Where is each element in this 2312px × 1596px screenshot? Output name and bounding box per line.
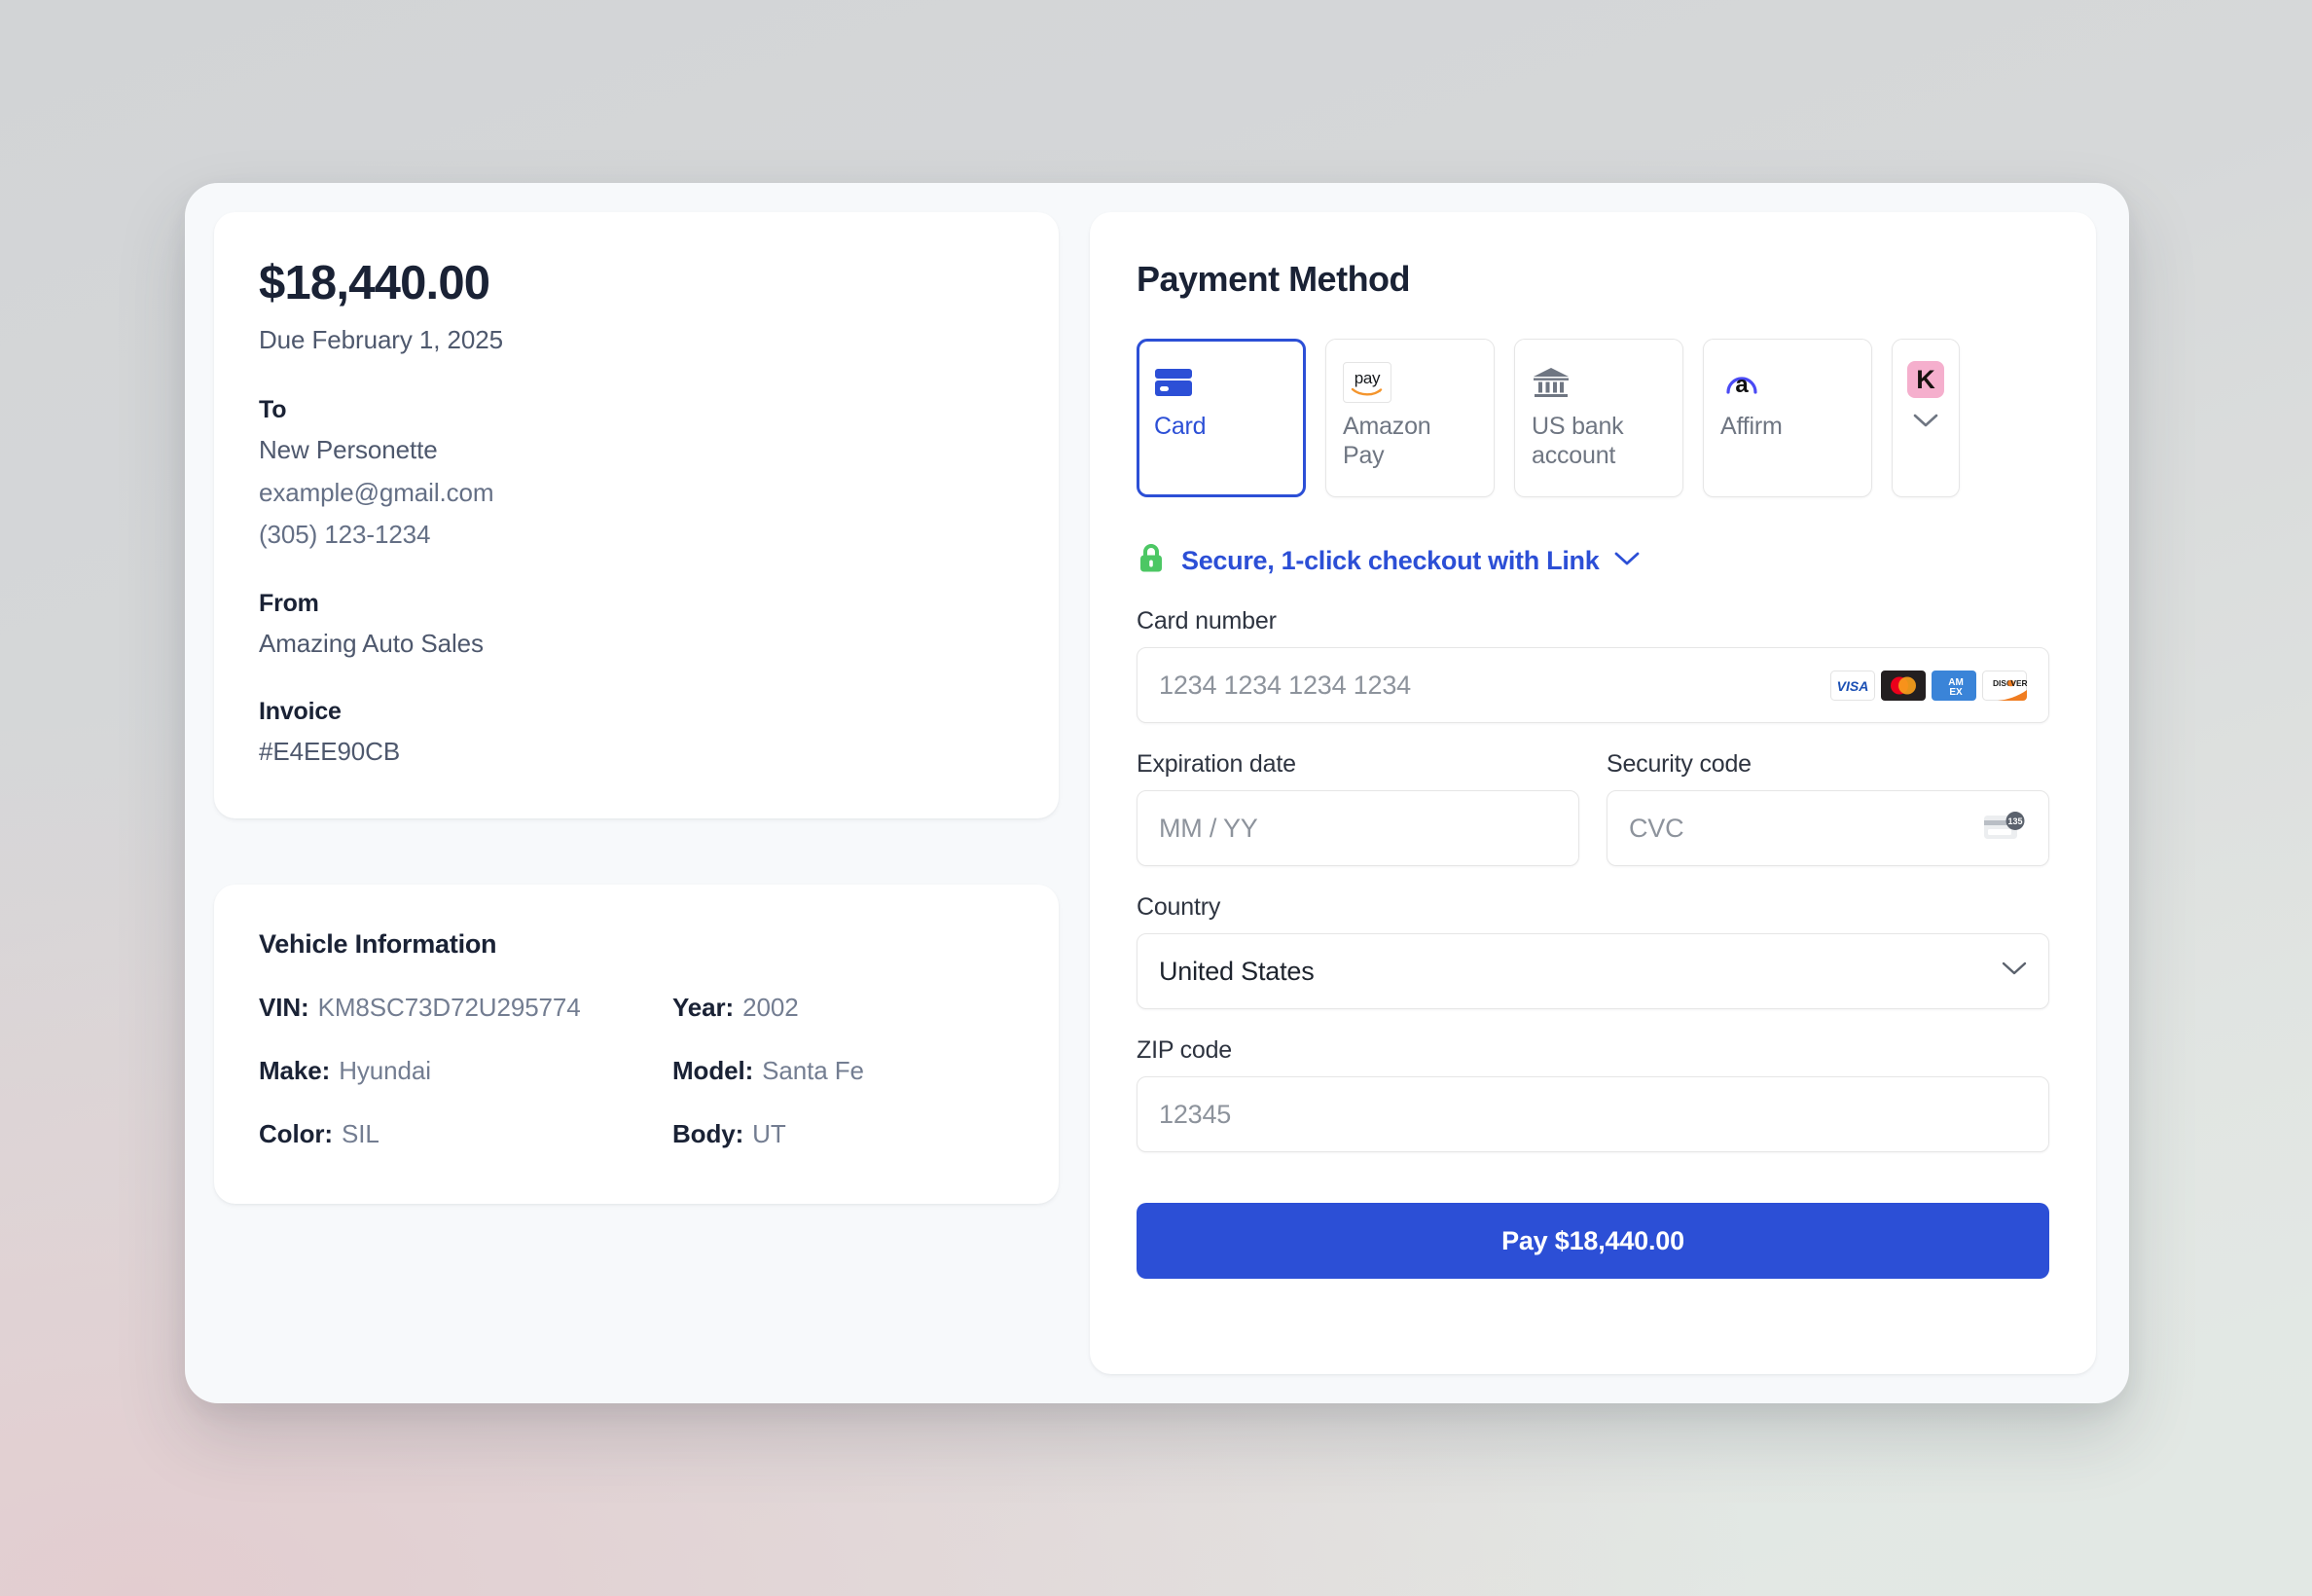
vehicle-field-color: Color: SIL xyxy=(259,1119,672,1149)
pay-button[interactable]: Pay $18,440.00 xyxy=(1137,1203,2049,1279)
mastercard-icon xyxy=(1881,670,1926,701)
klarna-icon: K xyxy=(1907,361,1944,398)
svg-text:135: 135 xyxy=(2007,816,2022,826)
from-label: From xyxy=(259,589,319,617)
expiration-input[interactable]: MM / YY xyxy=(1137,790,1579,866)
card-number-label: Card number xyxy=(1137,607,1277,635)
tab-us-bank-account[interactable]: US bank account xyxy=(1514,339,1683,497)
sender-name: Amazing Auto Sales xyxy=(259,628,484,658)
vehicle-field-value: Hyundai xyxy=(339,1055,431,1085)
zip-code-group: ZIP code 12345 xyxy=(1137,1036,2049,1152)
country-group: Country United States xyxy=(1137,893,2049,1009)
amazon-pay-wordmark: pay xyxy=(1354,368,1381,387)
invoice-number-block: Invoice #E4EE90CB xyxy=(259,698,1014,768)
vehicle-field-value: KM8SC73D72U295774 xyxy=(317,992,581,1022)
green-lock-icon xyxy=(1137,542,1166,580)
tab-card[interactable]: Card xyxy=(1137,339,1306,497)
security-code-input[interactable]: CVC 135 xyxy=(1607,790,2049,866)
payment-method-tabs: Card pay Amazon Pay US bank account a Af… xyxy=(1137,339,2049,497)
tab-affirm[interactable]: a Affirm xyxy=(1703,339,1872,497)
invoice-number: #E4EE90CB xyxy=(259,737,401,767)
invoice-label: Invoice xyxy=(259,698,342,726)
sender-block: From Amazing Auto Sales xyxy=(259,590,1014,660)
vehicle-field-model: Model: Santa Fe xyxy=(672,1056,1014,1086)
expiration-group: Expiration date MM / YY xyxy=(1137,750,1579,866)
zip-code-placeholder: 12345 xyxy=(1159,1099,1232,1129)
country-select[interactable]: United States xyxy=(1137,933,2049,1009)
vehicle-field-vin: VIN: KM8SC73D72U295774 xyxy=(259,993,672,1023)
recipient-phone: (305) 123-1234 xyxy=(259,520,431,550)
invoice-due-date: Due February 1, 2025 xyxy=(259,325,503,355)
checkout-shell: $18,440.00 Due February 1, 2025 To New P… xyxy=(185,183,2129,1403)
zip-code-input[interactable]: 12345 xyxy=(1137,1076,2049,1152)
cvc-card-icon: 135 xyxy=(1982,811,2027,847)
svg-text:a: a xyxy=(1735,372,1749,398)
payment-column: Payment Method Card pay Amazon Pay US ba… xyxy=(1090,183,2129,1403)
payment-method-card: Payment Method Card pay Amazon Pay US ba… xyxy=(1090,212,2096,1374)
checkout-page: $18,440.00 Due February 1, 2025 To New P… xyxy=(0,0,2312,1596)
card-number-group: Card number 1234 1234 1234 1234 VISA AM … xyxy=(1137,607,2049,723)
vehicle-field-year: Year: 2002 xyxy=(672,993,1014,1023)
recipient-name: New Personette xyxy=(259,435,438,465)
link-checkout-banner[interactable]: Secure, 1-click checkout with Link xyxy=(1137,542,2049,580)
vehicle-field-value: Santa Fe xyxy=(762,1055,864,1085)
invoice-column: $18,440.00 Due February 1, 2025 To New P… xyxy=(185,183,1090,1403)
country-label: Country xyxy=(1137,893,1221,921)
vehicle-field-value: SIL xyxy=(341,1118,379,1148)
vehicle-information-title: Vehicle Information xyxy=(259,928,497,959)
bank-icon xyxy=(1532,361,1666,404)
recipient-block: To New Personette example@gmail.com (305… xyxy=(259,396,1014,551)
tab-card-label: Card xyxy=(1154,413,1207,440)
vehicle-field-body: Body: UT xyxy=(672,1119,1014,1149)
vehicle-details-grid: VIN: KM8SC73D72U295774 Year: 2002 Make: Hyu… xyxy=(259,993,1014,1149)
security-code-group: Security code CVC 135 xyxy=(1607,750,2049,866)
visa-icon: VISA xyxy=(1830,670,1875,701)
accepted-card-brands: VISA AM EX DISC VER xyxy=(1830,670,2027,701)
country-selected-value: United States xyxy=(1159,956,1315,986)
tab-us-bank-account-label: US bank account xyxy=(1532,413,1624,469)
link-checkout-label: Secure, 1-click checkout with Link xyxy=(1181,546,1600,575)
vehicle-field-key: Make: xyxy=(259,1055,331,1085)
security-code-placeholder: CVC xyxy=(1629,813,1684,843)
tab-amazon-pay-label: Amazon Pay xyxy=(1343,413,1431,469)
expiration-placeholder: MM / YY xyxy=(1159,813,1258,843)
credit-card-icon xyxy=(1154,361,1288,404)
security-code-label: Security code xyxy=(1607,750,1752,778)
tab-affirm-label: Affirm xyxy=(1720,413,1783,440)
invoice-amount: $18,440.00 xyxy=(259,257,490,309)
recipient-email: example@gmail.com xyxy=(259,477,494,507)
invoice-summary-card: $18,440.00 Due February 1, 2025 To New P… xyxy=(214,212,1059,818)
svg-text:EX: EX xyxy=(1949,687,1963,698)
vehicle-field-key: Body: xyxy=(672,1118,744,1148)
card-number-input[interactable]: 1234 1234 1234 1234 VISA AM EX DISC VER xyxy=(1137,647,2049,723)
tab-more-payment-methods[interactable]: K xyxy=(1892,339,1960,497)
vehicle-field-key: Year: xyxy=(672,992,735,1022)
svg-text:VER: VER xyxy=(2010,678,2027,688)
amazon-pay-icon: pay xyxy=(1343,361,1477,404)
chevron-down-icon xyxy=(1614,552,1640,571)
payment-method-title: Payment Method xyxy=(1137,259,1411,299)
vehicle-field-value: UT xyxy=(752,1118,786,1148)
vehicle-field-make: Make: Hyundai xyxy=(259,1056,672,1086)
chevron-down-icon xyxy=(2002,961,2027,981)
vehicle-field-key: Color: xyxy=(259,1118,333,1148)
chevron-down-icon xyxy=(1913,414,1938,433)
card-number-placeholder: 1234 1234 1234 1234 xyxy=(1159,670,1411,700)
discover-icon: DISC VER xyxy=(1982,670,2027,701)
vehicle-information-card: Vehicle Information VIN: KM8SC73D72U29577… xyxy=(214,884,1059,1204)
to-label: To xyxy=(259,396,287,424)
vehicle-field-key: VIN: xyxy=(259,992,309,1022)
vehicle-field-key: Model: xyxy=(672,1055,754,1085)
zip-code-label: ZIP code xyxy=(1137,1036,1232,1064)
affirm-icon: a xyxy=(1720,361,1855,404)
amex-icon: AM EX xyxy=(1932,670,1976,701)
svg-text:VISA: VISA xyxy=(1837,678,1869,694)
tab-amazon-pay[interactable]: pay Amazon Pay xyxy=(1325,339,1495,497)
expiry-cvc-row: Expiration date MM / YY Security code CV… xyxy=(1137,750,2049,866)
vehicle-field-value: 2002 xyxy=(742,992,799,1022)
expiration-label: Expiration date xyxy=(1137,750,1296,778)
